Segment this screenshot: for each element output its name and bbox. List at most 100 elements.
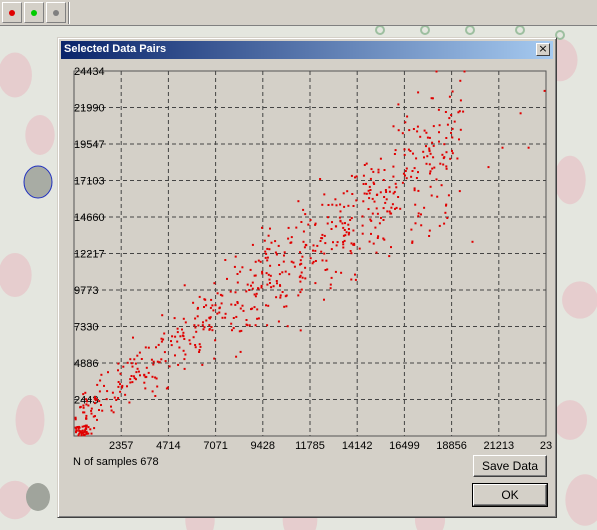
green-dot-button[interactable] <box>24 2 44 23</box>
data-point <box>90 407 93 410</box>
data-point <box>245 323 248 326</box>
data-point <box>312 244 315 247</box>
data-point <box>189 342 192 345</box>
data-point <box>430 97 433 100</box>
data-point <box>382 237 385 240</box>
data-point <box>93 397 96 400</box>
data-point <box>84 391 87 394</box>
data-point <box>299 259 302 262</box>
data-point <box>208 328 211 331</box>
data-point <box>241 304 244 307</box>
data-point <box>445 151 448 154</box>
data-point <box>230 303 233 306</box>
data-point <box>363 192 366 195</box>
data-point <box>443 143 446 146</box>
data-point <box>388 190 391 193</box>
data-point <box>458 190 461 193</box>
data-point <box>281 291 284 293</box>
data-point <box>445 167 448 170</box>
data-point <box>274 240 277 243</box>
data-point <box>241 266 244 269</box>
data-point <box>373 183 376 185</box>
data-point <box>354 273 356 276</box>
data-point <box>349 219 352 221</box>
data-point <box>335 225 338 228</box>
data-point <box>374 226 377 229</box>
data-point <box>263 239 266 242</box>
data-point <box>253 306 256 309</box>
ring-marker <box>465 25 475 35</box>
gray-dot-icon <box>53 10 59 16</box>
red-dot-button[interactable] <box>2 2 22 23</box>
data-point <box>415 177 418 179</box>
save-data-button[interactable]: Save Data <box>473 455 547 477</box>
data-point <box>323 234 326 237</box>
data-point <box>132 336 134 339</box>
data-point <box>376 193 379 196</box>
data-point <box>82 393 85 396</box>
data-point <box>176 340 179 343</box>
data-point <box>242 309 245 312</box>
data-point <box>319 240 322 242</box>
data-point <box>165 387 168 390</box>
data-point <box>309 219 312 221</box>
data-point <box>413 187 416 190</box>
gray-dot-button[interactable] <box>46 2 66 23</box>
data-point <box>284 270 287 273</box>
data-point <box>343 205 346 208</box>
data-point <box>245 290 248 293</box>
data-point <box>428 147 431 150</box>
data-point <box>471 240 474 243</box>
data-point <box>438 131 440 134</box>
data-point <box>350 217 353 220</box>
data-point <box>320 250 323 253</box>
data-point <box>193 324 196 327</box>
data-point <box>129 358 132 361</box>
data-point <box>210 326 213 329</box>
data-point <box>441 153 444 156</box>
data-point <box>416 130 419 133</box>
x-tick-label: 16499 <box>389 440 420 452</box>
data-point <box>290 236 293 239</box>
ok-button[interactable]: OK <box>472 483 548 507</box>
data-point <box>101 409 104 412</box>
y-tick-label: 14660 <box>74 212 105 224</box>
data-point <box>304 243 307 246</box>
data-point <box>403 153 406 156</box>
data-point <box>170 340 172 343</box>
data-point <box>208 324 211 327</box>
data-point <box>176 331 179 334</box>
data-point <box>345 231 348 234</box>
ring-marker <box>375 25 385 35</box>
data-point <box>105 398 108 401</box>
data-point <box>112 411 115 414</box>
data-point <box>83 411 86 414</box>
data-point <box>382 179 385 181</box>
data-point <box>416 125 419 128</box>
data-point <box>361 232 364 235</box>
selected-cell-marker[interactable] <box>23 165 53 199</box>
data-point <box>362 183 365 185</box>
data-point <box>422 150 425 153</box>
y-tick-label: 4886 <box>74 358 98 370</box>
data-point <box>198 351 201 353</box>
data-point <box>286 325 289 328</box>
data-point <box>257 317 260 320</box>
data-point <box>254 260 257 263</box>
data-point <box>230 322 233 325</box>
data-point <box>299 251 301 254</box>
data-point <box>203 306 205 308</box>
data-point <box>373 200 376 203</box>
data-point <box>287 226 290 229</box>
data-point <box>270 241 273 244</box>
data-point <box>201 324 204 327</box>
data-point <box>188 339 191 342</box>
data-point <box>329 283 332 286</box>
data-point <box>266 259 269 262</box>
data-point <box>144 387 147 390</box>
y-tick-label: 9773 <box>74 285 98 297</box>
data-point <box>276 282 278 285</box>
data-point <box>117 362 120 365</box>
data-point <box>414 203 417 206</box>
data-point <box>339 210 342 213</box>
